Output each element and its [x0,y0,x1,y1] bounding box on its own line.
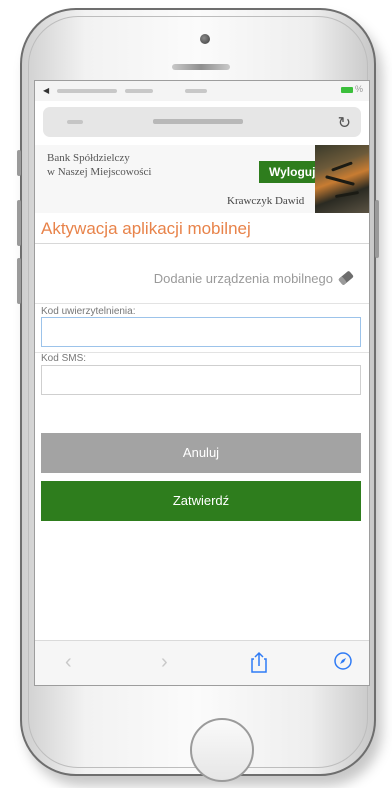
confirm-button[interactable]: Zatwierdź [41,481,361,521]
section-subtitle: Dodanie urządzenia mobilnego [153,271,333,286]
auth-code-label: Kod uwierzytelnienia: [41,306,136,317]
signal-icon: ◀ [43,86,50,95]
eraser-icon [338,271,354,285]
auth-code-input[interactable] [41,317,361,347]
battery-percent: % [354,84,363,94]
lock-icon [67,120,83,124]
avatar-stripe [325,175,355,186]
sms-code-input[interactable] [41,365,361,395]
bank-name-line1: Bank Spółdzielczy [47,152,130,164]
cancel-button[interactable]: Anuluj [41,433,361,473]
share-icon[interactable] [251,651,267,673]
carrier-text [57,89,117,93]
bank-header: Bank Spółdzielczy w Naszej Miejscowości … [35,145,369,213]
avatar [315,145,369,213]
camera-icon [200,34,210,44]
title-divider [35,243,369,244]
clock-text [185,89,207,93]
battery-icon [341,87,353,93]
power-button[interactable] [375,200,379,258]
compass-icon[interactable] [333,651,353,671]
home-button[interactable] [190,718,254,782]
phone-screen: ◀ % ↻ Bank Spółdzielczy w Naszej Miejsco… [34,80,370,686]
volume-up-button[interactable] [17,200,21,246]
forward-icon[interactable]: › [161,651,168,674]
browser-toolbar: ‹ › [35,640,369,685]
form-separator [35,303,369,304]
reload-icon[interactable]: ↻ [338,113,351,133]
address-bar[interactable]: ↻ [43,107,361,137]
mute-switch[interactable] [17,150,21,176]
bank-name-line2: w Naszej Miejscowości [47,166,152,178]
page-title: Aktywacja aplikacji mobilnej [41,219,251,238]
network-text [125,89,153,93]
avatar-stripe [334,190,360,199]
url-text [153,119,243,124]
volume-down-button[interactable] [17,258,21,304]
sms-code-label: Kod SMS: [41,353,87,364]
user-name: Krawczyk Dawid [227,195,305,207]
speaker-grille [172,64,230,70]
status-bar: ◀ % [35,81,369,101]
bank-name: Bank Spółdzielczy w Naszej Miejscowości [47,151,151,179]
avatar-stripe [331,161,353,172]
back-icon[interactable]: ‹ [65,651,72,674]
